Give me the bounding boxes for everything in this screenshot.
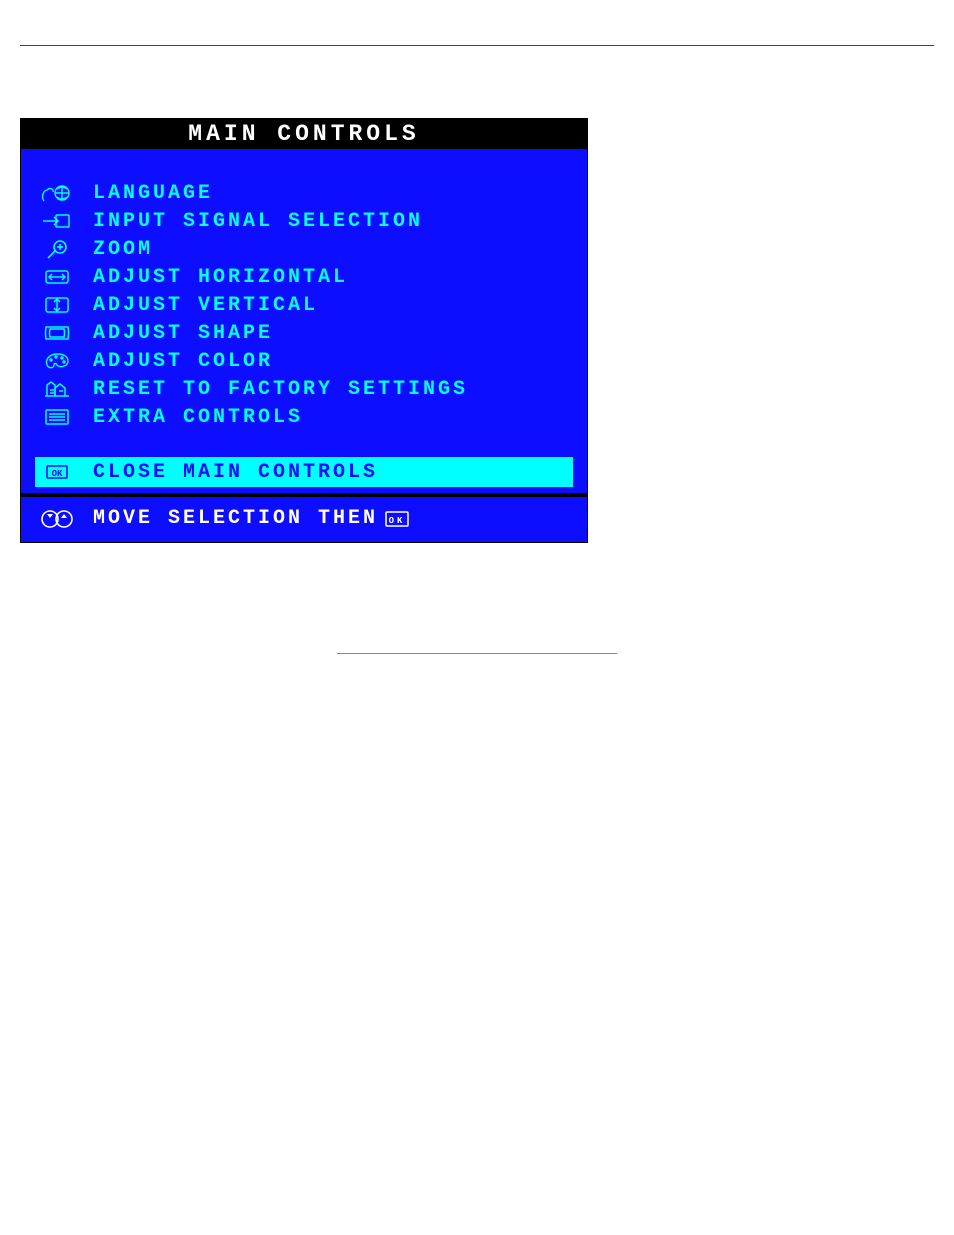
menu-label: ADJUST SHAPE	[93, 322, 273, 345]
ok-icon: OK	[384, 510, 410, 528]
menu-label: EXTRA CONTROLS	[93, 406, 303, 429]
menu-item-adjust-horizontal[interactable]: ADJUST HORIZONTAL	[35, 263, 573, 291]
footer-link-underline	[0, 641, 954, 659]
palette-icon	[39, 350, 75, 372]
hint-text-content: MOVE SELECTION THEN	[93, 507, 378, 530]
menu-label: ADJUST HORIZONTAL	[93, 266, 348, 289]
list-icon	[39, 406, 75, 428]
horiz-adjust-icon	[39, 266, 75, 288]
menu-item-adjust-color[interactable]: ADJUST COLOR	[35, 347, 573, 375]
menu-label: ADJUST COLOR	[93, 350, 273, 373]
divider-rule	[20, 45, 934, 46]
menu-item-input-signal[interactable]: INPUT SIGNAL SELECTION	[35, 207, 573, 235]
menu-item-adjust-vertical[interactable]: ADJUST VERTICAL	[35, 291, 573, 319]
menu-item-language[interactable]: LANGUAGE	[35, 179, 573, 207]
up-down-icon	[39, 508, 75, 530]
menu-item-zoom[interactable]: ZOOM	[35, 235, 573, 263]
footer-link[interactable]	[337, 652, 617, 654]
osd-menu-list: LANGUAGE INPUT SIGNAL SELECTION	[21, 149, 587, 441]
shape-adjust-icon	[39, 322, 75, 344]
menu-label: INPUT SIGNAL SELECTION	[93, 210, 423, 233]
hint-text: MOVE SELECTION THEN OK	[93, 507, 410, 530]
menu-item-factory-reset[interactable]: RESET TO FACTORY SETTINGS	[35, 375, 573, 403]
osd-title: MAIN CONTROLS	[21, 119, 587, 149]
osd-panel: MAIN CONTROLS LANGUAGE	[20, 118, 588, 543]
menu-label: LANGUAGE	[93, 182, 213, 205]
svg-text:OK: OK	[389, 516, 406, 526]
factory-reset-icon	[39, 378, 75, 400]
input-arrow-icon	[39, 210, 75, 232]
osd-hint-bar: MOVE SELECTION THEN OK	[21, 493, 587, 542]
globe-hand-icon	[39, 182, 75, 204]
menu-label: ADJUST VERTICAL	[93, 294, 318, 317]
menu-label-selected: CLOSE MAIN CONTROLS	[93, 461, 378, 484]
magnify-icon	[39, 238, 75, 260]
menu-item-close-selected[interactable]: OK CLOSE MAIN CONTROLS	[35, 457, 573, 487]
ok-icon: OK	[39, 461, 75, 483]
menu-label: ZOOM	[93, 238, 153, 261]
menu-item-extra-controls[interactable]: EXTRA CONTROLS	[35, 403, 573, 431]
menu-item-adjust-shape[interactable]: ADJUST SHAPE	[35, 319, 573, 347]
vert-adjust-icon	[39, 294, 75, 316]
menu-label: RESET TO FACTORY SETTINGS	[93, 378, 468, 401]
svg-text:OK: OK	[52, 469, 63, 479]
